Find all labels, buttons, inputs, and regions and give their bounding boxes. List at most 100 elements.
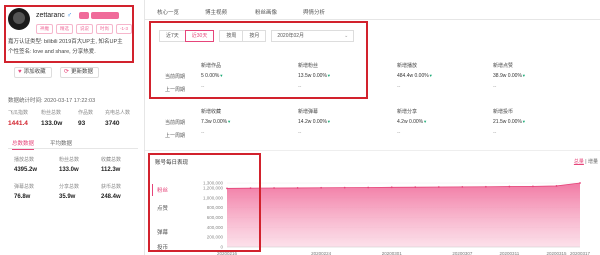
metric-value: 21.5w 0.00%▼ bbox=[493, 119, 526, 125]
metric-change: 0.00% bbox=[507, 119, 522, 125]
period-month-button[interactable]: 按月 bbox=[242, 30, 267, 42]
metric-title: 新增投币 bbox=[493, 109, 514, 115]
grid-label: 获币总数 bbox=[101, 184, 122, 190]
tag[interactable]: 精选 bbox=[56, 24, 73, 34]
avatar[interactable] bbox=[8, 8, 30, 30]
profile-panel: zettaranc ♂ 神魔 精选 说说 时尚 -1-3 嘉万认证类型: bili… bbox=[0, 0, 145, 255]
metric-change: 0.00% bbox=[507, 73, 522, 79]
y-tick-label: 400,000 bbox=[207, 225, 224, 230]
metric-number: 7.3w bbox=[201, 119, 212, 125]
period-30d-button[interactable]: 近30天 bbox=[184, 30, 215, 42]
grid-label: 粉丝总数 bbox=[59, 157, 80, 163]
metric-previous: -- bbox=[493, 84, 497, 90]
metric-title: 新增作品 bbox=[201, 63, 222, 69]
add-favorite-button[interactable]: ♥ 添加收藏 bbox=[14, 67, 52, 78]
arrow-down-icon: ▼ bbox=[227, 119, 232, 124]
x-tick-label: 20200307 bbox=[452, 251, 473, 255]
data-point bbox=[343, 186, 346, 189]
data-point bbox=[437, 186, 440, 188]
stat-value: 133.0w bbox=[41, 120, 63, 127]
y-tick-label: 800,000 bbox=[207, 205, 224, 210]
metric-previous: -- bbox=[298, 84, 302, 90]
tag[interactable]: -1-3 bbox=[116, 24, 133, 34]
data-tabs: 总数数据 平均数据 bbox=[8, 137, 138, 150]
data-point bbox=[273, 187, 275, 189]
grid-value: 112.3w bbox=[101, 167, 121, 173]
y-tick-label: 200,000 bbox=[207, 235, 224, 240]
metric-change: 0.00% bbox=[414, 73, 429, 79]
tab-average[interactable]: 平均数据 bbox=[50, 139, 72, 147]
period-selector: 近7天 近30天 按周 按月 2020年02月 ⌄ bbox=[159, 30, 355, 42]
stat-header: 充电总人数 bbox=[105, 110, 131, 116]
tab-sentiment[interactable]: 舆情分析 bbox=[303, 8, 325, 16]
tab-fans[interactable]: 粉丝画像 bbox=[255, 8, 277, 16]
arrow-down-icon: ▼ bbox=[326, 73, 331, 78]
date-select[interactable]: 2020年02月 ⌄ bbox=[271, 30, 355, 42]
data-point bbox=[226, 187, 228, 190]
row-label-current: 当前周期 bbox=[165, 74, 186, 80]
x-tick-label: 20200216 bbox=[217, 251, 238, 255]
metric-change: 0.00% bbox=[408, 119, 424, 125]
arrow-down-icon: ▼ bbox=[326, 119, 331, 124]
stat-header: 粉丝总数 bbox=[41, 110, 62, 116]
metric-value: 484.4w 0.00%▼ bbox=[397, 73, 433, 79]
date-select-value: 2020年02月 bbox=[277, 33, 305, 39]
grid-label: 分享总数 bbox=[59, 184, 80, 190]
main-panel: 核心一览 博主视频 粉丝画像 舆情分析 近7天 近30天 按周 按月 2020年… bbox=[145, 0, 600, 255]
metric-change: 0.00% bbox=[212, 119, 228, 125]
grid-value: 76.8w bbox=[14, 194, 31, 200]
grid-value: 133.0w bbox=[59, 167, 79, 173]
metric-previous: -- bbox=[397, 130, 401, 136]
stat-time-value: 2020-03-17 17:22:03 bbox=[44, 98, 96, 104]
update-data-button[interactable]: ⟳ 更新数据 bbox=[60, 67, 100, 78]
data-point bbox=[484, 185, 487, 188]
metric-title: 新增弹幕 bbox=[298, 109, 319, 115]
y-tick-label: 0 bbox=[220, 245, 223, 250]
metric-number: 21.5w bbox=[493, 119, 507, 125]
x-tick-label: 20200317 bbox=[570, 251, 591, 255]
x-tick-label: 20200224 bbox=[311, 251, 332, 255]
username: zettaranc ♂ bbox=[36, 12, 72, 19]
row-label-previous: 上一周期 bbox=[165, 87, 186, 93]
data-point bbox=[249, 187, 252, 190]
tab-core[interactable]: 核心一览 bbox=[157, 8, 179, 16]
period-week-button[interactable]: 按周 bbox=[219, 30, 244, 42]
metric-number: 5 bbox=[201, 73, 204, 79]
metric-title: 新增播放 bbox=[397, 63, 418, 69]
metric-change: 0.00% bbox=[312, 73, 327, 79]
row-label-previous: 上一周期 bbox=[165, 133, 186, 139]
metric-previous: -- bbox=[201, 130, 205, 136]
tag[interactable]: 时尚 bbox=[96, 24, 113, 34]
bio: 嘉万认证类型: bilibili 2019百大UP主, 知名UP主 个性签名: … bbox=[8, 37, 138, 57]
metric-previous: -- bbox=[201, 84, 205, 90]
grid-value: 4395.2w bbox=[14, 167, 38, 173]
grid-value: 35.9w bbox=[59, 194, 76, 200]
tab-total[interactable]: 总数数据 bbox=[12, 139, 35, 150]
metric-previous: -- bbox=[493, 130, 497, 136]
period-7d-button[interactable]: 近7天 bbox=[159, 30, 186, 42]
data-point bbox=[367, 186, 370, 189]
tag[interactable]: 说说 bbox=[76, 24, 93, 34]
data-point bbox=[390, 186, 393, 189]
stat-header: 作品数 bbox=[78, 110, 94, 116]
metric-number: 4.2w bbox=[397, 119, 408, 125]
metric-change: 0.00% bbox=[312, 119, 327, 125]
y-tick-label: 1,000,000 bbox=[203, 195, 224, 200]
data-point bbox=[296, 187, 299, 189]
level-badge bbox=[79, 12, 89, 19]
username-text: zettaranc bbox=[36, 12, 65, 19]
arrow-down-icon: ▼ bbox=[428, 73, 433, 78]
daily-performance-section: 账号每日表现 总量 | 增量 粉丝 点赞 弹幕 投币 0 200,000 400,0… bbox=[145, 150, 600, 255]
tag[interactable]: 神魔 bbox=[36, 24, 53, 34]
data-point bbox=[508, 185, 511, 188]
metric-previous: -- bbox=[298, 130, 302, 136]
x-tick-label: 20200301 bbox=[382, 251, 403, 255]
bio-signature: 个性签名: love and share, 分享热爱. bbox=[8, 49, 96, 55]
metric-value: 5 0.00%▼ bbox=[201, 73, 223, 79]
update-data-label: 更新数据 bbox=[71, 69, 94, 75]
gender-icon: ♂ bbox=[66, 12, 73, 19]
tab-videos[interactable]: 博主视频 bbox=[205, 8, 227, 16]
data-point bbox=[461, 185, 464, 188]
metric-number: 38.9w bbox=[493, 73, 507, 79]
bio-auth: 嘉万认证类型: bilibili 2019百大UP主, 知名UP主 bbox=[8, 39, 123, 45]
